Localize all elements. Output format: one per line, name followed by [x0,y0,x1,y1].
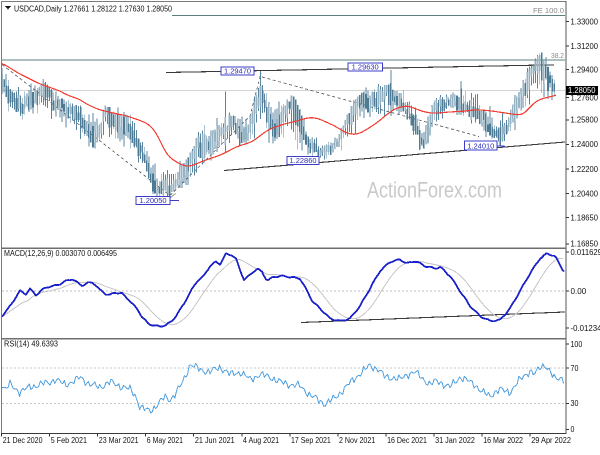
svg-text:30: 30 [571,399,579,408]
svg-text:29 Apr 2022: 29 Apr 2022 [531,436,571,445]
svg-text:21 Dec 2020: 21 Dec 2020 [3,436,43,445]
svg-text:USDCAD,Daily 1.27661 1.28122: USDCAD,Daily 1.27661 1.28122 1.27630 1.2… [14,4,172,14]
svg-text:1.20400: 1.20400 [571,189,599,198]
svg-text:70: 70 [571,364,579,373]
svg-text:1.25800: 1.25800 [571,116,599,125]
svg-text:RSI(14) 49.6393: RSI(14) 49.6393 [4,340,59,349]
svg-text:1.18650: 1.18650 [571,213,599,222]
svg-text:1.20050: 1.20050 [140,196,167,205]
svg-text:1.28050: 1.28050 [568,86,596,95]
svg-text:1.22200: 1.22200 [571,165,599,174]
svg-text:ActionForex.com: ActionForex.com [367,178,502,203]
svg-text:-0.012348: -0.012348 [571,324,600,333]
svg-text:4 Aug 2021: 4 Aug 2021 [243,436,280,445]
svg-text:31 Jan 2022: 31 Jan 2022 [435,436,475,445]
svg-text:21 Jun 2021: 21 Jun 2021 [195,436,235,445]
svg-text:16 Dec 2021: 16 Dec 2021 [387,436,427,445]
svg-text:1.24000: 1.24000 [571,140,599,149]
svg-text:100: 100 [571,340,583,349]
svg-text:1.31200: 1.31200 [571,42,599,51]
svg-text:1.22860: 1.22860 [290,156,317,165]
svg-text:38.2: 38.2 [551,51,564,60]
svg-text:2 Nov 2021: 2 Nov 2021 [339,436,376,445]
svg-text:FE 100.0: FE 100.0 [533,6,564,15]
svg-text:MACD(12,26,9) 0.003070 0.00649: MACD(12,26,9) 0.003070 0.006495 [4,249,117,258]
svg-text:1.29630: 1.29630 [352,63,379,72]
svg-text:23 Mar 2021: 23 Mar 2021 [99,436,139,445]
svg-text:0: 0 [571,425,575,434]
svg-text:1.24010: 1.24010 [467,142,494,151]
svg-text:5 Feb 2021: 5 Feb 2021 [51,436,88,445]
svg-text:0.011629: 0.011629 [571,248,600,257]
svg-text:6 May 2021: 6 May 2021 [147,436,184,445]
svg-text:1.29470: 1.29470 [224,66,251,75]
svg-text:17 Sep 2021: 17 Sep 2021 [291,436,331,445]
svg-text:1.33000: 1.33000 [571,17,599,26]
svg-text:16 Mar 2022: 16 Mar 2022 [483,436,523,445]
svg-text:0.00: 0.00 [571,287,587,296]
svg-text:1.29400: 1.29400 [571,65,599,74]
